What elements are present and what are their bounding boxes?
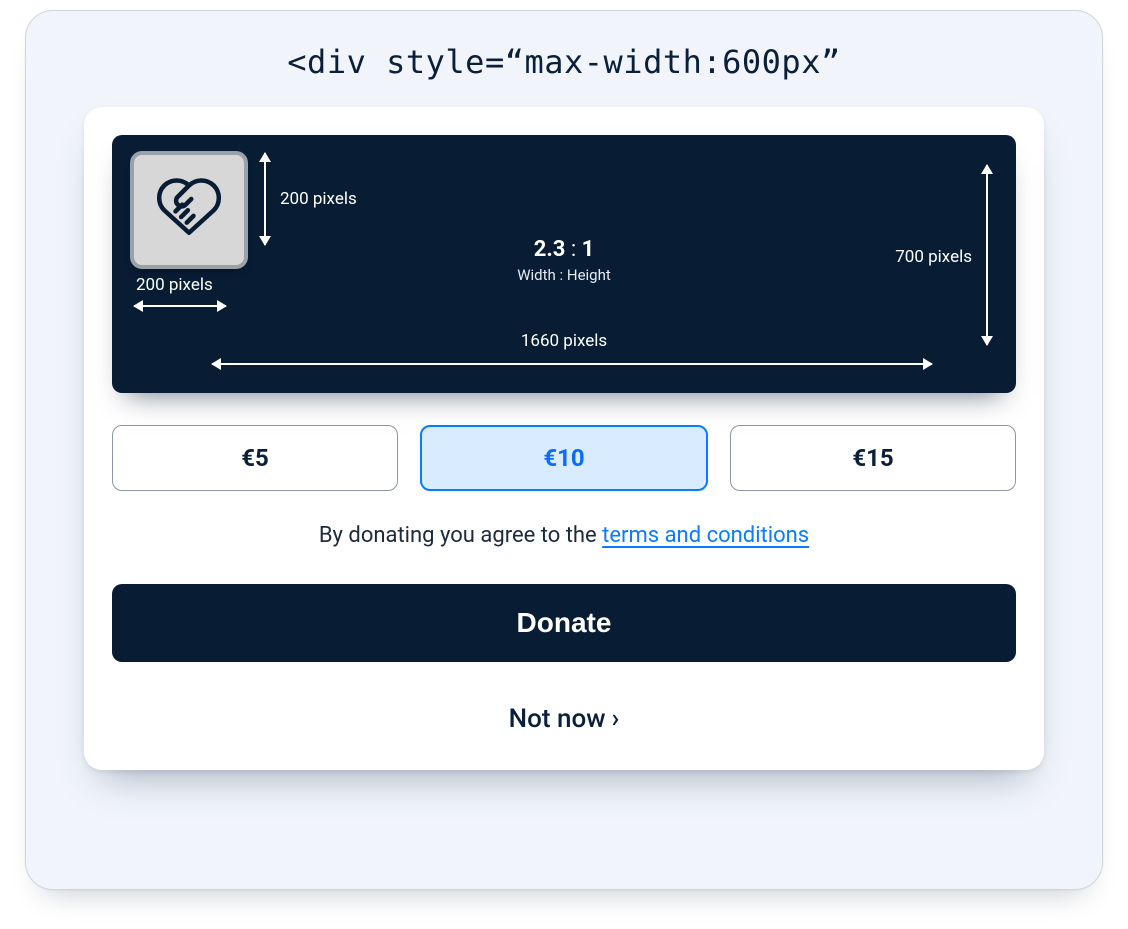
donation-card: 200 pixels 200 pixels 2.3 : 1 Width : He… <box>84 107 1044 770</box>
example-frame: <div style=“max-width:600px” 200 pixels <box>25 10 1103 890</box>
not-now-label: Not now <box>509 704 606 734</box>
chevron-right-icon: › <box>612 704 620 734</box>
dimension-arrow-vertical <box>986 165 988 345</box>
brand-banner: 200 pixels 200 pixels 2.3 : 1 Width : He… <box>112 135 1016 393</box>
aspect-ratio: 2.3 : 1 Width : Height <box>517 237 611 284</box>
dimension-arrow-horizontal <box>134 305 226 307</box>
dimension-arrow-vertical <box>264 153 266 245</box>
amount-options: €5 €10 €15 <box>112 425 1016 491</box>
dimension-arrow-horizontal <box>212 363 932 365</box>
brand-logo <box>130 151 248 269</box>
code-caption: <div style=“max-width:600px” <box>287 43 840 81</box>
terms-line: By donating you agree to the terms and c… <box>112 523 1016 548</box>
ratio-separator: : <box>571 237 576 262</box>
ratio-width: 2.3 <box>534 237 566 262</box>
terms-link[interactable]: terms and conditions <box>602 523 809 548</box>
dimension-label: 200 pixels <box>136 275 213 295</box>
handshake-heart-icon <box>153 172 225 248</box>
dimension-label: 200 pixels <box>280 189 357 209</box>
dimension-label: 1660 pixels <box>521 331 607 351</box>
terms-prefix: By donating you agree to the <box>319 523 602 548</box>
ratio-height: 1 <box>582 237 595 262</box>
amount-option-15[interactable]: €15 <box>730 425 1016 491</box>
amount-option-5[interactable]: €5 <box>112 425 398 491</box>
dimension-label: 700 pixels <box>895 247 972 267</box>
ratio-caption: Width : Height <box>517 266 611 284</box>
amount-option-10[interactable]: €10 <box>420 425 708 491</box>
not-now-link[interactable]: Not now› <box>112 704 1016 734</box>
donate-button[interactable]: Donate <box>112 584 1016 662</box>
